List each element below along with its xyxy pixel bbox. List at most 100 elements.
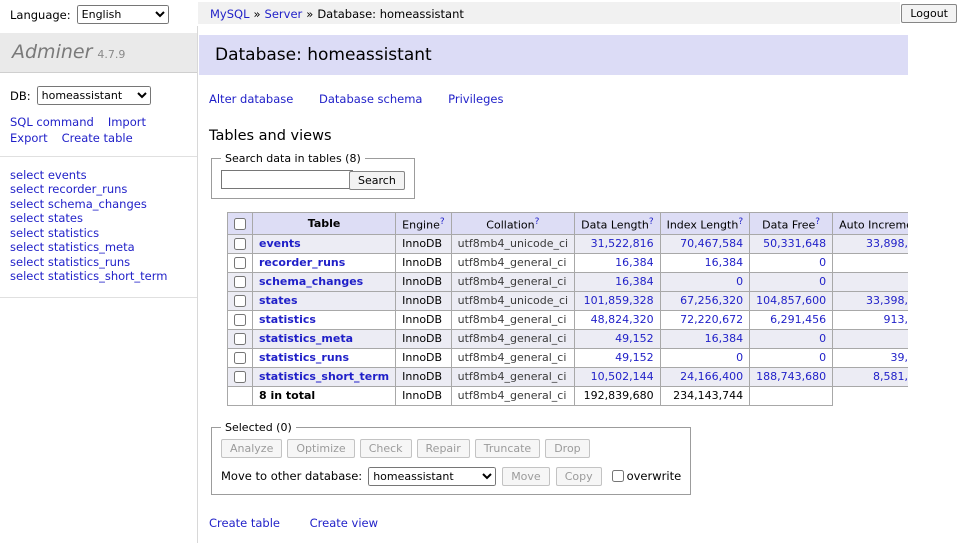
table-total-row: 8 in total InnoDB utf8mb4_general_ci 192… [228, 386, 909, 405]
overwrite-checkbox[interactable] [612, 470, 624, 482]
database-schema-link[interactable]: Database schema [319, 92, 422, 106]
data-free-link[interactable]: 50,331,648 [763, 237, 826, 250]
row-checkbox[interactable] [234, 238, 246, 250]
sidebar-link-import[interactable]: Import [108, 115, 146, 129]
optimize-button[interactable]: Optimize [287, 439, 354, 458]
index-length-link[interactable]: 0 [736, 275, 743, 288]
table-name-link[interactable]: statistics_meta [259, 332, 353, 345]
data-length-link[interactable]: 49,152 [615, 351, 654, 364]
data-length-link[interactable]: 48,824,320 [591, 313, 654, 326]
copy-button[interactable]: Copy [556, 467, 602, 486]
language-form: Language: English [0, 0, 198, 24]
create-view-link[interactable]: Create view [310, 516, 378, 530]
index-length-link[interactable]: 70,467,584 [680, 237, 743, 250]
page-title: Database: homeassistant [199, 35, 908, 75]
truncate-button[interactable]: Truncate [475, 439, 540, 458]
table-name-link[interactable]: schema_changes [259, 275, 363, 288]
data-free-link[interactable]: 104,857,600 [756, 294, 826, 307]
engine-help-link[interactable]: ? [440, 217, 445, 227]
breadcrumb-link-server[interactable]: Server [265, 7, 303, 21]
row-checkbox[interactable] [234, 352, 246, 364]
sidebar-item-select-statistics[interactable]: select statistics [10, 226, 187, 241]
row-checkbox[interactable] [234, 333, 246, 345]
row-checkbox[interactable] [234, 314, 246, 326]
sidebar-link-export[interactable]: Export [10, 131, 48, 145]
index-length-link[interactable]: 0 [736, 351, 743, 364]
auto-increment-link[interactable]: 8,581,645 [873, 370, 908, 383]
data-free-help-link[interactable]: ? [815, 217, 820, 227]
table-name-link[interactable]: events [259, 237, 301, 250]
row-checkbox[interactable] [234, 257, 246, 269]
index-length-help-link[interactable]: ? [738, 217, 743, 227]
table-name-link[interactable]: statistics_runs [259, 351, 349, 364]
search-input[interactable] [221, 170, 353, 189]
db-select[interactable]: homeassistant [37, 86, 151, 105]
selected-fieldset: Selected (0) Analyze Optimize Check Repa… [211, 421, 691, 495]
sidebar-item-select-schema-changes[interactable]: select schema_changes [10, 197, 187, 212]
data-length-help-link[interactable]: ? [649, 217, 654, 227]
search-button[interactable]: Search [349, 171, 405, 190]
data-length-link[interactable]: 10,502,144 [591, 370, 654, 383]
row-checkbox[interactable] [234, 276, 246, 288]
sidebar-item-select-recorder-runs[interactable]: select recorder_runs [10, 183, 187, 198]
create-table-link[interactable]: Create table [209, 516, 280, 530]
data-free-link[interactable]: 0 [819, 351, 826, 364]
drop-button[interactable]: Drop [545, 439, 589, 458]
index-length-cell: 72,220,672 [660, 310, 750, 329]
sidebar-item-select-statistics-runs[interactable]: select statistics_runs [10, 255, 187, 270]
sidebar-item-select-statistics-short-term[interactable]: select statistics_short_term [10, 270, 187, 285]
table-name-link[interactable]: recorder_runs [259, 256, 345, 269]
table-name-link[interactable]: statistics [259, 313, 316, 326]
breadcrumb: MySQL»Server»Database: homeassistant [198, 2, 900, 24]
data-length-link[interactable]: 31,522,816 [591, 237, 654, 250]
table-name-cell: events [253, 234, 396, 253]
table-name-link[interactable]: statistics_short_term [259, 370, 389, 383]
auto-increment-link[interactable]: 33,898,196 [866, 237, 908, 250]
analyze-button[interactable]: Analyze [221, 439, 282, 458]
move-db-select[interactable]: homeassistant [368, 467, 496, 486]
collation-help-link[interactable]: ? [535, 217, 540, 227]
check-button[interactable]: Check [360, 439, 412, 458]
privileges-link[interactable]: Privileges [448, 92, 503, 106]
table-row: statistics_meta InnoDB utf8mb4_general_c… [228, 329, 909, 348]
data-free-link[interactable]: 188,743,680 [756, 370, 826, 383]
data-free-cell: 6,291,456 [750, 310, 833, 329]
data-length-link[interactable]: 49,152 [615, 332, 654, 345]
index-length-link[interactable]: 16,384 [705, 332, 744, 345]
index-length-cell: 16,384 [660, 253, 750, 272]
index-length-link[interactable]: 24,166,400 [680, 370, 743, 383]
data-free-link[interactable]: 6,291,456 [770, 313, 826, 326]
logout-button[interactable]: Logout [901, 4, 957, 23]
sidebar-table-list: select events select recorder_runs selec… [0, 157, 197, 298]
data-length-link[interactable]: 16,384 [615, 256, 654, 269]
language-select[interactable]: English [77, 5, 169, 24]
data-length-link[interactable]: 101,859,328 [584, 294, 654, 307]
row-checkbox[interactable] [234, 371, 246, 383]
auto-increment-link[interactable]: 39,999 [891, 351, 909, 364]
table-name-link[interactable]: states [259, 294, 298, 307]
repair-button[interactable]: Repair [417, 439, 470, 458]
auto-increment-link[interactable]: 33,398,984 [866, 294, 908, 307]
data-free-link[interactable]: 0 [819, 332, 826, 345]
auto-increment-link[interactable]: 913,577 [884, 313, 909, 326]
tables-overview-table: Table Engine? Collation? Data Length? In… [227, 212, 908, 406]
data-free-link[interactable]: 0 [819, 256, 826, 269]
data-length-link[interactable]: 16,384 [615, 275, 654, 288]
index-length-link[interactable]: 16,384 [705, 256, 744, 269]
alter-database-link[interactable]: Alter database [209, 92, 293, 106]
app-logo: Adminer [12, 41, 92, 63]
table-row: events InnoDB utf8mb4_unicode_ci 31,522,… [228, 234, 909, 253]
data-free-link[interactable]: 0 [819, 275, 826, 288]
sidebar-link-create-table[interactable]: Create table [62, 131, 133, 145]
index-length-link[interactable]: 67,256,320 [680, 294, 743, 307]
sidebar-item-select-statistics-meta[interactable]: select statistics_meta [10, 241, 187, 256]
sidebar-item-select-states[interactable]: select states [10, 212, 187, 227]
auto-increment-cell: 33,398,984 [833, 291, 908, 310]
row-checkbox[interactable] [234, 295, 246, 307]
select-all-checkbox[interactable] [234, 218, 246, 230]
sidebar-item-select-events[interactable]: select events [10, 168, 187, 183]
sidebar-link-sql-command[interactable]: SQL command [10, 115, 94, 129]
move-button[interactable]: Move [502, 467, 550, 486]
index-length-link[interactable]: 72,220,672 [680, 313, 743, 326]
breadcrumb-link-mysql[interactable]: MySQL [210, 7, 250, 21]
